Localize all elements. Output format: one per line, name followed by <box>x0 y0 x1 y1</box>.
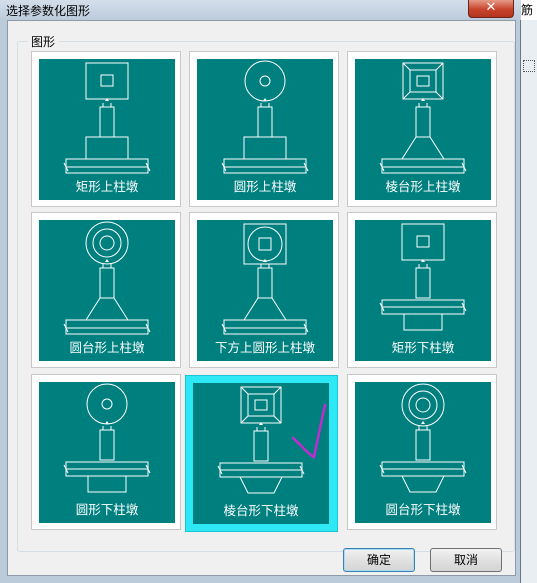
shape-tile-0[interactable]: 矩形上柱墩 <box>31 51 181 207</box>
shape-label: 下方上圆形上柱墩 <box>215 340 316 355</box>
shape-label: 棱台形下柱墩 <box>223 503 299 518</box>
shape-drawing: 矩形下柱墩 <box>355 220 491 361</box>
shape-drawing: 圆形下柱墩 <box>39 382 175 523</box>
shape-drawing: 圆台形上柱墩 <box>39 220 175 361</box>
shape-label: 圆台形上柱墩 <box>69 340 145 355</box>
shape-tile-7[interactable]: 棱台形下柱墩 <box>185 375 338 532</box>
grid-icon <box>523 60 535 72</box>
shape-drawing: 棱台形下柱墩 <box>193 383 329 524</box>
dialog-title: 选择参数化图形 <box>6 4 91 18</box>
cancel-button[interactable]: 取消 <box>430 548 502 572</box>
shape-drawing: 圆台形下柱墩 <box>355 382 491 523</box>
shape-drawing: 矩形上柱墩 <box>39 59 175 200</box>
background-edge-text: 筋 <box>521 0 537 20</box>
shape-tile-2[interactable]: 棱台形上柱墩 <box>347 51 497 207</box>
shapes-group: 图形 矩形上柱墩 圆形上柱墩 棱台形上柱墩 圆台形上柱墩 下方上圆形上柱墩 矩形… <box>17 33 515 552</box>
dialog-window: 选择参数化图形 ✕ 图形 矩形上柱墩 圆形上柱墩 棱台形上柱墩 圆台形上柱墩 下… <box>0 0 521 583</box>
title-bar[interactable]: 选择参数化图形 ✕ <box>0 0 521 20</box>
shape-drawing: 圆形上柱墩 <box>197 59 333 200</box>
group-label: 图形 <box>28 33 59 50</box>
shape-label: 圆形下柱墩 <box>76 502 139 517</box>
close-icon: ✕ <box>485 0 497 15</box>
shape-label: 矩形上柱墩 <box>76 179 139 194</box>
shape-drawing: 下方上圆形上柱墩 <box>197 220 333 361</box>
shape-tile-8[interactable]: 圆台形下柱墩 <box>347 374 497 530</box>
shape-tile-3[interactable]: 圆台形上柱墩 <box>31 212 181 368</box>
shape-label: 棱台形上柱墩 <box>385 179 461 194</box>
shape-drawing: 棱台形上柱墩 <box>355 59 491 200</box>
close-button[interactable]: ✕ <box>468 0 514 18</box>
dialog-client-area: 图形 矩形上柱墩 圆形上柱墩 棱台形上柱墩 圆台形上柱墩 下方上圆形上柱墩 矩形… <box>7 20 516 576</box>
shape-tile-6[interactable]: 圆形下柱墩 <box>31 374 181 530</box>
shape-tile-1[interactable]: 圆形上柱墩 <box>189 51 339 207</box>
shape-label: 矩形下柱墩 <box>392 340 455 355</box>
background-window-edge: 筋 <box>521 0 537 583</box>
shape-label: 圆台形下柱墩 <box>385 502 461 517</box>
shape-label: 圆形上柱墩 <box>234 179 297 194</box>
shape-tile-5[interactable]: 矩形下柱墩 <box>347 212 497 368</box>
shape-tile-4[interactable]: 下方上圆形上柱墩 <box>189 212 339 368</box>
ok-button[interactable]: 确定 <box>343 548 415 572</box>
